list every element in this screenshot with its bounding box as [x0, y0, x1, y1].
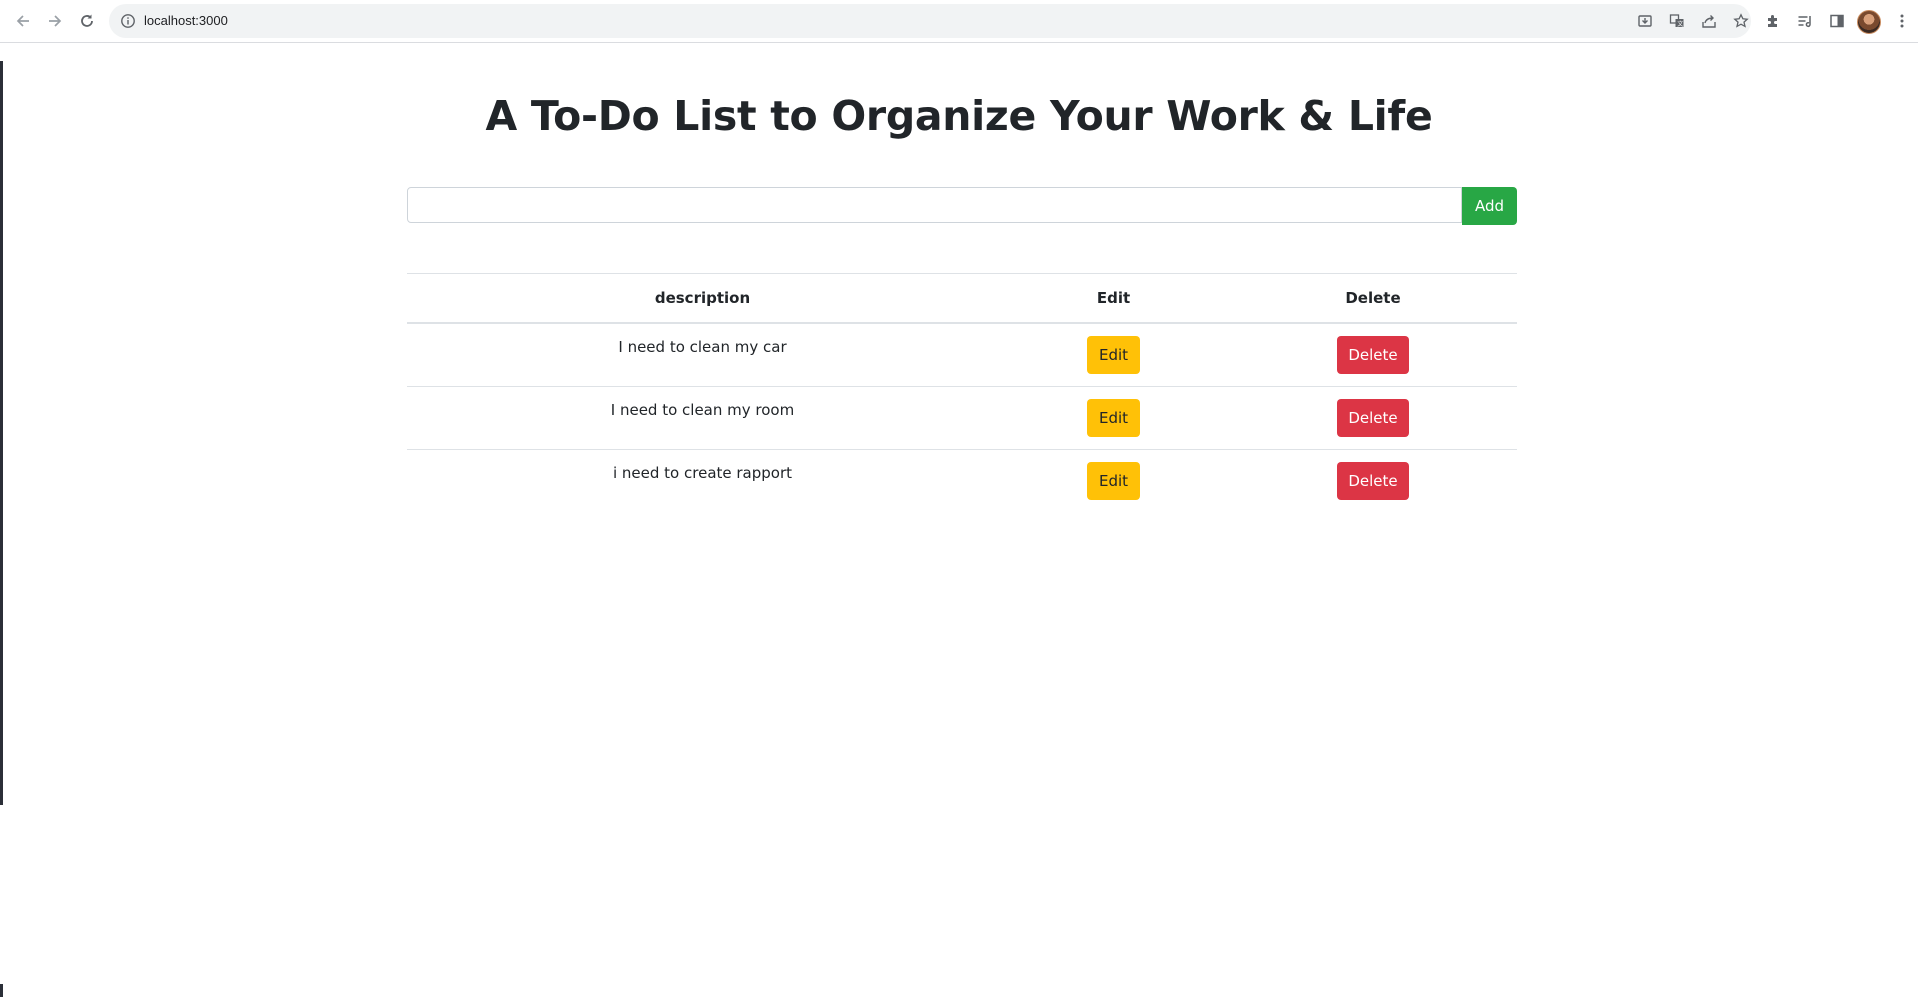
reload-icon	[81, 14, 93, 27]
back-arrow-icon	[16, 15, 29, 27]
todo-description: i need to create rapport	[612, 464, 793, 482]
edit-cell: Edit	[998, 450, 1229, 513]
translate-icon[interactable]: 文	[1669, 13, 1685, 29]
edit-button[interactable]: Edit	[1087, 462, 1140, 500]
add-button[interactable]: Add	[1462, 187, 1517, 225]
header-edit: Edit	[998, 273, 1229, 324]
svg-text:文: 文	[1677, 20, 1683, 28]
page-title: A To-Do List to Organize Your Work & Lif…	[485, 92, 1433, 140]
delete-button[interactable]: Delete	[1337, 462, 1409, 500]
table-row: I need to clean my room Edit Delete	[407, 386, 1517, 450]
info-icon[interactable]	[120, 13, 136, 33]
bookmark-star-icon[interactable]	[1733, 13, 1749, 29]
forward-button[interactable]	[41, 7, 69, 35]
delete-button[interactable]: Delete	[1337, 399, 1409, 437]
reading-list-icon[interactable]	[1795, 11, 1815, 31]
todo-description: I need to clean my room	[407, 386, 998, 450]
browser-toolbar: localhost:3000 文	[0, 0, 1918, 43]
delete-cell: Delete	[1229, 323, 1517, 387]
delete-cell: Delete	[1229, 386, 1517, 450]
todo-table: description Edit Delete I need to clean …	[407, 273, 1517, 512]
delete-button[interactable]: Delete	[1337, 336, 1409, 374]
address-bar[interactable]: localhost:3000 文	[109, 4, 1751, 38]
header-delete: Delete	[1229, 273, 1517, 324]
todo-input[interactable]	[407, 187, 1462, 223]
more-menu-icon[interactable]	[1892, 11, 1912, 31]
edit-cell: Edit	[998, 323, 1229, 387]
install-app-icon[interactable]	[1637, 13, 1653, 29]
forward-arrow-icon	[49, 15, 62, 27]
delete-cell: Delete	[1229, 450, 1517, 513]
url-text[interactable]: localhost:3000	[144, 13, 228, 29]
edit-button[interactable]: Edit	[1087, 399, 1140, 437]
table-row: i need to create rapport Edit Delete	[407, 450, 1517, 513]
table-row: I need to clean my car Edit Delete	[407, 323, 1517, 387]
edit-cell: Edit	[998, 386, 1229, 450]
header-description: description	[407, 273, 998, 324]
share-icon[interactable]	[1701, 13, 1717, 29]
window-edge	[0, 61, 3, 805]
table-header-row: description Edit Delete	[407, 273, 1517, 324]
window-edge	[0, 984, 3, 997]
back-button[interactable]	[9, 7, 37, 35]
todo-description: I need to clean my car	[407, 323, 998, 387]
side-panel-icon[interactable]	[1827, 11, 1847, 31]
edit-button[interactable]: Edit	[1087, 336, 1140, 374]
reload-button[interactable]	[73, 7, 101, 35]
extensions-icon[interactable]	[1763, 11, 1783, 31]
profile-avatar[interactable]	[1857, 10, 1881, 34]
